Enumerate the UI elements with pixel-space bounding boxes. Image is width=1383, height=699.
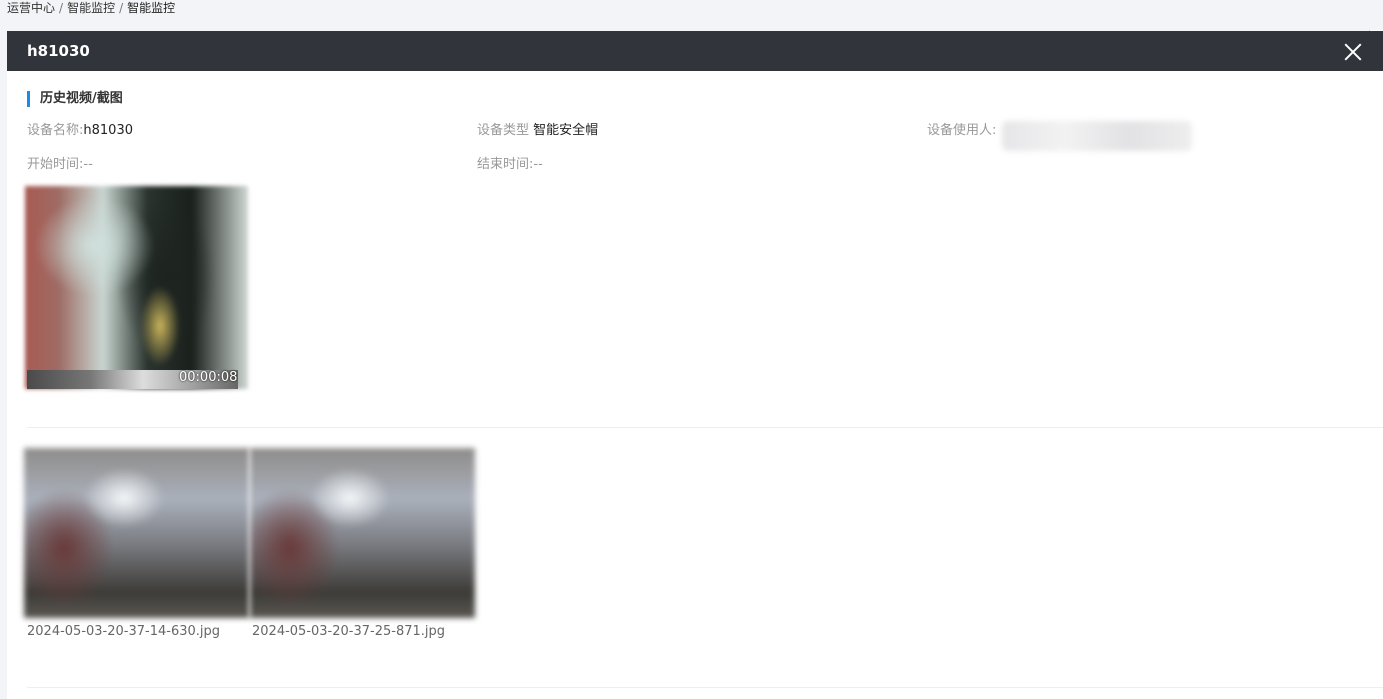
screenshot-thumbnail[interactable] (24, 448, 249, 618)
breadcrumb-item-smart-monitoring[interactable]: 智能监控 (67, 1, 115, 15)
device-type-field: 设备类型 智能安全帽 (477, 122, 598, 140)
divider (27, 687, 1383, 688)
breadcrumb-separator: / (59, 1, 64, 15)
device-user-label: 设备使用人: (927, 123, 997, 138)
video-duration: 00:00:08 (179, 370, 238, 385)
panel-header: h81030 (7, 31, 1383, 71)
close-icon[interactable] (1340, 39, 1366, 65)
panel-title: h81030 (27, 42, 90, 60)
section-title-history: 历史视频/截图 (27, 91, 123, 107)
end-time-field: 结束时间:-- (477, 156, 543, 174)
screenshot-filename[interactable]: 2024-05-03-20-37-25-871.jpg (252, 623, 445, 641)
breadcrumb-separator: / (119, 1, 124, 15)
breadcrumb-item-operation-center[interactable]: 运营中心 (7, 1, 55, 15)
start-time-value: -- (83, 157, 93, 172)
device-name-value: h81030 (83, 123, 133, 138)
breadcrumb: 运营中心 / 智能监控 / 智能监控 (7, 0, 175, 18)
screenshot-thumbnail[interactable] (250, 448, 475, 618)
end-time-value: -- (533, 157, 543, 172)
video-thumbnail[interactable] (25, 186, 248, 389)
device-user-value-redacted (1002, 121, 1192, 151)
screenshot-filename[interactable]: 2024-05-03-20-37-14-630.jpg (27, 623, 220, 641)
device-user-field: 设备使用人: (927, 122, 996, 140)
device-name-label: 设备名称: (27, 123, 84, 138)
device-name-field: 设备名称:h81030 (27, 122, 133, 140)
device-type-value: 智能安全帽 (533, 123, 599, 138)
device-detail-panel: h81030 历史视频/截图 设备名称:h81030 设备类型 智能安全帽 设备… (7, 31, 1383, 699)
start-time-field: 开始时间:-- (27, 156, 93, 174)
breadcrumb-item-current: 智能监控 (127, 1, 176, 15)
start-time-label: 开始时间: (27, 157, 84, 172)
end-time-label: 结束时间: (477, 157, 534, 172)
divider (27, 427, 1383, 428)
device-type-label: 设备类型 (477, 123, 530, 138)
